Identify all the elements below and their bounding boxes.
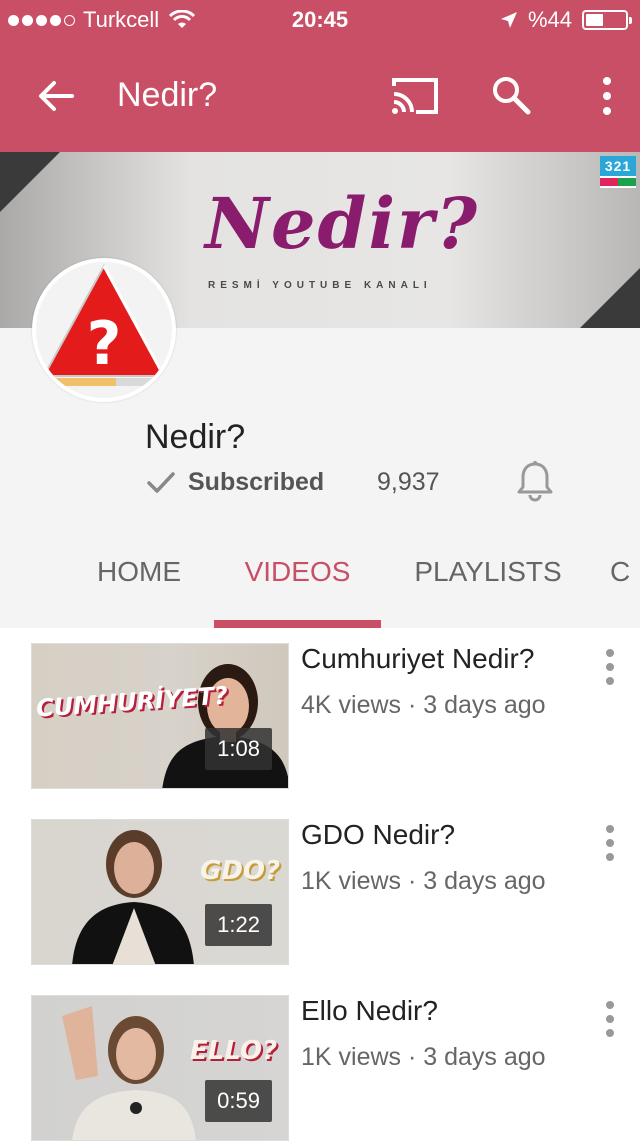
- banner-decoration: [0, 152, 60, 212]
- status-right: %44: [500, 7, 632, 33]
- subscribe-label: Subscribed: [188, 468, 325, 496]
- page-title: Nedir?: [117, 76, 218, 114]
- video-thumbnail[interactable]: GDO? 1:22: [31, 819, 289, 965]
- video-duration: 1:22: [205, 904, 272, 946]
- video-title[interactable]: Cumhuriyet Nedir?: [301, 643, 534, 675]
- thumbnail-caption: GDO?: [200, 856, 281, 886]
- location-arrow-icon: [500, 12, 517, 28]
- video-item[interactable]: GDO? 1:22 GDO Nedir? 1K views · 3 days a…: [0, 819, 640, 969]
- channel-name: Nedir?: [145, 418, 246, 456]
- video-item[interactable]: CUMHURİYET? 1:08 Cumhuriyet Nedir? 4K vi…: [0, 643, 640, 793]
- notification-bell-icon[interactable]: [516, 460, 554, 502]
- more-vert-icon[interactable]: [600, 823, 620, 863]
- channel-tabs: HOME VIDEOS PLAYLISTS C: [0, 554, 640, 628]
- battery-percent: %44: [527, 7, 572, 32]
- arrow-back-icon[interactable]: [36, 76, 76, 116]
- check-icon: [147, 471, 175, 493]
- media-logo-text: 321: [600, 156, 636, 176]
- video-meta: 1K views · 3 days ago: [301, 1043, 546, 1071]
- question-triangle-icon: ?: [36, 262, 172, 398]
- video-item[interactable]: ELLO? 0:59 Ello Nedir? 1K views · 3 days…: [0, 995, 640, 1145]
- video-title[interactable]: Ello Nedir?: [301, 995, 438, 1027]
- tab-indicator: [214, 620, 381, 628]
- thumbnail-caption: ELLO?: [190, 1036, 278, 1066]
- banner-tagline: RESMİ YOUTUBE KANALI: [208, 280, 432, 291]
- more-vert-icon[interactable]: [600, 999, 620, 1039]
- banner-decoration: [580, 268, 640, 328]
- banner-brand: Nedir?: [205, 182, 479, 265]
- battery-icon: [582, 10, 632, 30]
- status-bar: Turkcell 20:45 %44: [0, 0, 640, 40]
- video-duration: 0:59: [205, 1080, 272, 1122]
- video-meta: 1K views · 3 days ago: [301, 867, 546, 895]
- tab-overflow[interactable]: C: [610, 554, 640, 628]
- svg-text:?: ?: [87, 309, 122, 379]
- cast-icon[interactable]: [390, 76, 440, 116]
- tab-playlists[interactable]: PLAYLISTS: [381, 554, 595, 628]
- video-thumbnail[interactable]: ELLO? 0:59: [31, 995, 289, 1141]
- tab-home[interactable]: HOME: [64, 554, 214, 628]
- video-meta: 4K views · 3 days ago: [301, 691, 546, 719]
- video-duration: 1:08: [205, 728, 272, 770]
- video-thumbnail[interactable]: CUMHURİYET? 1:08: [31, 643, 289, 789]
- app-bar: Nedir?: [0, 40, 640, 152]
- more-vert-icon[interactable]: [600, 647, 620, 687]
- subscriber-count: 9,937: [377, 468, 440, 496]
- tab-videos[interactable]: VIDEOS: [214, 554, 381, 628]
- more-vert-icon[interactable]: [592, 74, 622, 118]
- video-title[interactable]: GDO Nedir?: [301, 819, 455, 851]
- subscribe-button[interactable]: Subscribed: [146, 468, 324, 497]
- search-icon[interactable]: [490, 74, 532, 116]
- media-logo: 321: [600, 156, 636, 188]
- channel-avatar[interactable]: ?: [32, 258, 176, 402]
